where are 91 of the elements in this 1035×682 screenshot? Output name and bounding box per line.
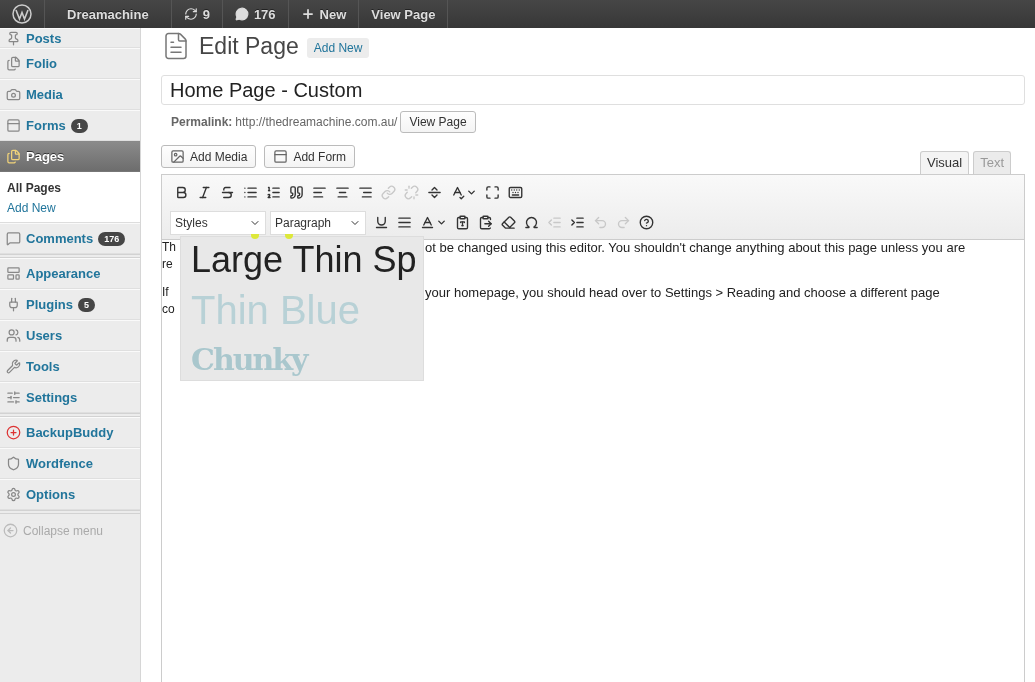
italic-icon — [197, 185, 212, 200]
layout-icon — [6, 266, 21, 281]
body-text: If — [162, 285, 169, 299]
submenu-item[interactable]: All Pages — [0, 178, 140, 198]
comments-link[interactable]: 176 — [222, 0, 289, 28]
pages-icon — [6, 149, 21, 164]
unlink-icon — [404, 185, 419, 200]
sidebar-item[interactable]: Settings — [0, 382, 140, 413]
form-icon — [6, 118, 21, 133]
gear-icon — [6, 487, 21, 502]
link-icon — [381, 185, 396, 200]
format-select[interactable]: Styles — [170, 210, 266, 235]
site-name-link[interactable]: Dreamachine — [45, 0, 172, 28]
align-right-icon — [358, 185, 373, 200]
omega-icon — [524, 215, 539, 230]
speech-bubble-icon — [6, 231, 21, 246]
justify-icon — [397, 215, 412, 230]
count-badge: 176 — [98, 231, 126, 246]
sidebar-item[interactable]: Appearance — [0, 258, 140, 289]
refresh-icon — [183, 7, 198, 21]
sidebar-item[interactable]: Wordfence — [0, 448, 140, 479]
users-icon — [6, 328, 21, 343]
new-link[interactable]: New — [288, 0, 360, 28]
plus-circle-icon — [6, 425, 21, 440]
indent-icon — [570, 215, 585, 230]
fullscreen-icon — [485, 185, 500, 200]
quote-icon — [289, 185, 304, 200]
wrench-icon — [6, 359, 21, 374]
pin-icon — [6, 30, 21, 46]
permalink-label: Permalink: — [171, 115, 233, 129]
align-left-icon — [312, 185, 327, 200]
redo-icon — [616, 215, 631, 230]
caret-icon — [436, 217, 447, 228]
page-heading: Edit Page — [199, 32, 299, 60]
undo-icon — [593, 215, 608, 230]
shield-icon — [6, 456, 21, 471]
toolbar-toggle-icon — [508, 185, 523, 200]
title-field[interactable]: Home Page - Custom — [161, 75, 1025, 105]
camera-icon — [6, 87, 21, 102]
numbered-list-icon — [266, 185, 281, 200]
sidebar-item[interactable]: Posts — [0, 28, 140, 48]
format-select[interactable]: Paragraph — [270, 210, 366, 235]
arrow-left-icon — [3, 523, 18, 538]
speech-bubble-icon — [234, 7, 249, 21]
editor-tab[interactable]: Visual — [919, 151, 970, 174]
bullet-list-icon — [243, 185, 258, 200]
sidebar-item[interactable]: Options — [0, 479, 140, 510]
pages-icon — [6, 56, 21, 71]
underline-icon — [374, 215, 389, 230]
bold-icon — [174, 185, 189, 200]
body-text: Th — [162, 240, 176, 254]
sidebar-item[interactable]: Folio — [0, 48, 140, 79]
body-text: co — [162, 302, 175, 316]
body-text: re — [162, 257, 173, 271]
plus-icon — [300, 7, 315, 21]
add-media-button[interactable]: Add Media — [161, 145, 257, 168]
sidebar-item[interactable]: Pages — [0, 141, 140, 172]
paste-text-icon — [455, 215, 470, 230]
paste-word-icon — [478, 215, 493, 230]
sidebar-item[interactable]: Comments 176 — [0, 223, 140, 254]
updates-link[interactable]: 9 — [171, 0, 223, 28]
more-tag-icon — [427, 185, 442, 200]
permalink-url: http://thedreamachine.com.au/ — [235, 115, 398, 129]
style-option[interactable]: Large Thin Sp — [189, 237, 419, 284]
form-icon — [273, 149, 289, 164]
caret-icon — [466, 187, 477, 198]
strikethrough-icon — [220, 185, 235, 200]
spellcheck-icon — [450, 185, 465, 200]
count-badge: 1 — [70, 118, 88, 133]
sidebar-item[interactable]: BackupBuddy — [0, 417, 140, 448]
count-badge: 5 — [77, 297, 95, 312]
wordpress-logo-icon — [12, 4, 32, 24]
help-icon — [639, 215, 654, 230]
view-page-link[interactable]: View Page — [359, 0, 449, 28]
align-center-icon — [335, 185, 350, 200]
eraser-icon — [501, 215, 516, 230]
body-text: ot be changed using this editor. You shouldn't change anything about this page unless you are — [425, 240, 966, 257]
plug-icon — [6, 297, 21, 312]
sidebar-item[interactable]: Users — [0, 320, 140, 351]
sidebar-item[interactable]: Media — [0, 79, 140, 110]
text-color-icon — [420, 215, 435, 230]
add-new-button[interactable]: Add New — [306, 38, 370, 58]
view-page-button[interactable]: View Page — [400, 111, 476, 133]
sidebar-item[interactable]: Tools — [0, 351, 140, 382]
add-form-button[interactable]: Add Form — [264, 145, 356, 168]
outdent-icon — [547, 215, 562, 230]
sidebar-item[interactable]: Plugins 5 — [0, 289, 140, 320]
submenu-item[interactable]: Add New — [0, 198, 140, 218]
body-text: your homepage, you should head over to Settings > Reading and choose a different page — [425, 285, 940, 302]
media-icon — [170, 149, 185, 164]
sliders-icon — [6, 390, 21, 405]
